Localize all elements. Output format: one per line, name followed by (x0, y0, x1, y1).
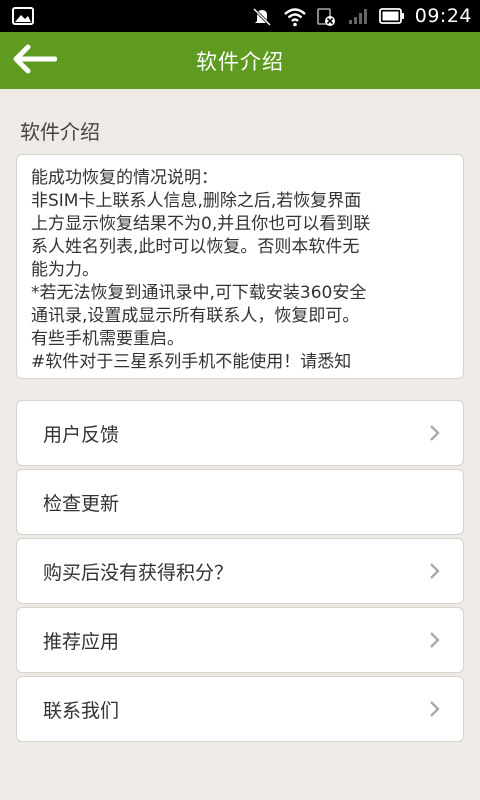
chevron-right-icon (429, 562, 441, 580)
menu-item-label: 检查更新 (43, 492, 120, 515)
chevron-right-icon (429, 424, 441, 442)
info-card: 能成功恢复的情况说明： 非SIM卡上联系人信息,删除之后,若恢复界面 上方显示恢… (16, 154, 464, 379)
menu-item-feedback[interactable]: 用户反馈 (16, 400, 464, 466)
menu-list: 用户反馈 检查更新 购买后没有获得积分？ 推荐应用 联系我们 (16, 400, 464, 745)
chevron-right-icon (429, 700, 441, 718)
menu-item-contact-us[interactable]: 联系我们 (16, 676, 464, 742)
menu-item-label: 用户反馈 (43, 423, 120, 446)
menu-item-recommended-apps[interactable]: 推荐应用 (16, 607, 464, 673)
menu-item-missing-points[interactable]: 购买后没有获得积分？ (16, 538, 464, 604)
mute-icon (251, 7, 273, 27)
info-line: 系人姓名列表,此时可以恢复。否则本软件无 (31, 237, 360, 257)
back-button[interactable] (8, 40, 60, 82)
chevron-right-icon (429, 631, 441, 649)
back-arrow-icon (11, 44, 58, 78)
app-bar: 软件介绍 (0, 32, 480, 89)
menu-item-check-update[interactable]: 检查更新 (16, 469, 464, 535)
info-line: *若无法恢复到通讯录中,可下载安装360安全 (31, 283, 367, 303)
status-bar: 09:24 (0, 0, 480, 32)
clock: 09:24 (414, 5, 472, 27)
info-line: 非SIM卡上联系人信息,删除之后,若恢复界面 (31, 191, 362, 211)
menu-item-label: 联系我们 (43, 699, 120, 722)
info-line: 有些手机需要重启。 (31, 329, 184, 349)
signal-icon (347, 7, 369, 25)
battery-icon (378, 8, 405, 24)
info-line: 能成功恢复的情况说明： (31, 168, 218, 188)
info-line: #软件对于三星系列手机不能使用！请悉知 (31, 352, 352, 372)
page-title: 软件介绍 (196, 49, 284, 74)
wifi-icon (283, 7, 306, 27)
info-line: 通讯录,设置成显示所有联系人，恢复即可。 (31, 306, 360, 326)
menu-item-label: 推荐应用 (43, 630, 120, 653)
menu-item-label: 购买后没有获得积分？ (43, 561, 234, 584)
sim-icon (315, 7, 337, 26)
info-line: 能为力。 (31, 260, 99, 280)
section-title: 软件介绍 (20, 120, 100, 144)
info-line: 上方显示恢复结果不为0,并且你也可以看到联 (31, 214, 371, 234)
image-notification-icon (12, 7, 34, 25)
